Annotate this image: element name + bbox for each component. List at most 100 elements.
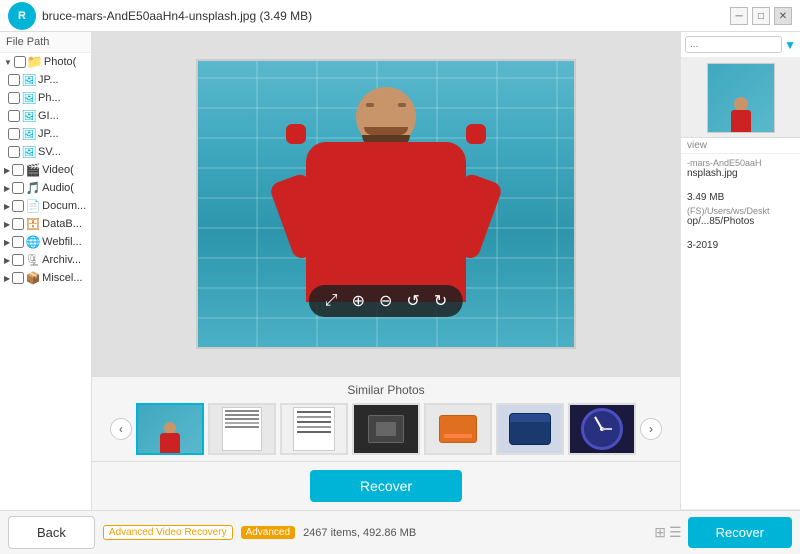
next-similar-button[interactable]: › xyxy=(640,418,662,440)
file-path-label: (FS)/Users/ws/Deskt xyxy=(687,206,794,216)
thumbnails-row xyxy=(136,403,636,455)
audio-checkbox[interactable] xyxy=(12,182,24,194)
right-thumbnail xyxy=(707,63,775,133)
restore-outer-button[interactable]: □ xyxy=(752,7,770,25)
advanced-badge: Advanced xyxy=(241,526,295,539)
sidebar-item-jpg1[interactable]: 🖼 JP... xyxy=(0,71,91,89)
video-checkbox[interactable] xyxy=(12,164,24,176)
title-bar: R bruce-mars-AndE50aaHn4-unsplash.jpg (3… xyxy=(0,0,800,32)
chevron-right-icon: ▶ xyxy=(4,166,10,175)
collapse-button[interactable]: ⤢ xyxy=(325,292,338,310)
file-date-label xyxy=(687,230,794,240)
sidebar-item-documents[interactable]: ▶ 📄 Docum... xyxy=(0,197,91,215)
main-layout: File Path ▼ 📁 Photo( 🖼 JP... 🖼 Ph... 🖼 G… xyxy=(0,32,800,510)
sidebar-item-video[interactable]: ▶ 🎬 Video( xyxy=(0,161,91,179)
right-thumbnail-area xyxy=(681,58,800,138)
sidebar-item-label: Audio( xyxy=(42,182,74,194)
svg-checkbox[interactable] xyxy=(8,146,20,158)
rotate-right-button[interactable]: ↻ xyxy=(434,291,447,311)
preview-area: ⤢ ⊕ ⊖ ↺ ↻ xyxy=(92,32,680,376)
chevron-right-icon: ▶ xyxy=(4,238,10,247)
thumb-bg-2 xyxy=(210,405,274,453)
left-arm xyxy=(268,172,333,261)
web-icon: 🌐 xyxy=(26,235,40,249)
folder-icon: 📁 xyxy=(28,55,42,69)
sidebar-item-audio[interactable]: ▶ 🎵 Audio( xyxy=(0,179,91,197)
grid-view-icon[interactable]: ⊞ xyxy=(654,524,666,541)
thumbnail-7[interactable] xyxy=(568,403,636,455)
sidebar-item-label: Ph... xyxy=(38,92,61,104)
chevron-right-icon: ▶ xyxy=(4,202,10,211)
right-panel: ▼ view -mars-AndE50aaH nsplash.jpg xyxy=(680,32,800,510)
zoom-out-button[interactable]: ⊖ xyxy=(379,291,392,311)
rotate-left-button[interactable]: ↺ xyxy=(406,291,419,311)
chevron-right-icon: ▶ xyxy=(4,184,10,193)
search-input[interactable] xyxy=(685,36,782,53)
sidebar-item-archives[interactable]: ▶ 🗜 Archiv... xyxy=(0,251,91,269)
sidebar-item-label: SV... xyxy=(38,146,61,158)
documents-checkbox[interactable] xyxy=(12,200,24,212)
sidebar-item-miscellaneous[interactable]: ▶ 📦 Miscel... xyxy=(0,269,91,287)
thumbnail-1[interactable] xyxy=(136,403,204,455)
view-icons: ⊞ ☰ xyxy=(654,524,681,541)
sidebar-item-database[interactable]: ▶ 🗄 DataB... xyxy=(0,215,91,233)
sidebar-item-label: DataB... xyxy=(42,218,82,230)
thumbnail-6[interactable] xyxy=(496,403,564,455)
app-logo: R xyxy=(8,2,36,30)
prev-similar-button[interactable]: ‹ xyxy=(110,418,132,440)
sidebar-item-label: GI... xyxy=(38,110,59,122)
archives-checkbox[interactable] xyxy=(12,254,24,266)
right-search-bar: ▼ xyxy=(681,32,800,58)
sidebar-item-label: JP... xyxy=(38,74,59,86)
photos-checkbox[interactable] xyxy=(14,56,26,68)
document-icon: 📄 xyxy=(26,199,40,213)
sidebar-item-jpg2[interactable]: 🖼 JP... xyxy=(0,125,91,143)
jpg2-checkbox[interactable] xyxy=(8,128,20,140)
recover-button[interactable]: Recover xyxy=(688,517,792,548)
minimize-outer-button[interactable]: ─ xyxy=(730,7,748,25)
sidebar-item-svg[interactable]: 🖼 SV... xyxy=(0,143,91,161)
thumb-bg-1 xyxy=(138,405,202,453)
sidebar-item-webfiles[interactable]: ▶ 🌐 Webfil... xyxy=(0,233,91,251)
thumb-bg-7 xyxy=(570,405,634,453)
misc-checkbox[interactable] xyxy=(12,272,24,284)
thumb-bg-4 xyxy=(354,405,418,453)
file-size-value: 3.49 MB xyxy=(687,192,794,203)
filter-icon[interactable]: ▼ xyxy=(784,38,796,52)
sidebar-item-gif[interactable]: 🖼 GI... xyxy=(0,107,91,125)
advanced-video-tag: Advanced Video Recovery xyxy=(103,525,233,540)
right-thumb-body xyxy=(731,110,751,132)
back-button[interactable]: Back xyxy=(8,516,95,549)
misc-icon: 📦 xyxy=(26,271,40,285)
database-checkbox[interactable] xyxy=(12,218,24,230)
window-title: bruce-mars-AndE50aaHn4-unsplash.jpg (3.4… xyxy=(42,9,730,23)
gif-checkbox[interactable] xyxy=(8,110,20,122)
thumbnail-2[interactable] xyxy=(208,403,276,455)
main-preview-image: ⤢ ⊕ ⊖ ↺ ↻ xyxy=(196,59,576,349)
close-outer-button[interactable]: ✕ xyxy=(774,7,792,25)
image-toolbar: ⤢ ⊕ ⊖ ↺ ↻ xyxy=(309,285,463,317)
png-checkbox[interactable] xyxy=(8,92,20,104)
list-view-icon[interactable]: ☰ xyxy=(669,524,682,541)
recover-center-section: Recover xyxy=(92,461,680,510)
sidebar-item-photos[interactable]: ▼ 📁 Photo( xyxy=(0,53,91,71)
zoom-in-button[interactable]: ⊕ xyxy=(352,291,365,311)
thumb-bg-6 xyxy=(498,405,562,453)
person-arms xyxy=(266,172,506,252)
person-body xyxy=(306,142,466,302)
file-date-row: 3-2019 xyxy=(687,230,794,251)
jpg1-checkbox[interactable] xyxy=(8,74,20,86)
thumbnail-5[interactable] xyxy=(424,403,492,455)
image-icon: 🖼 xyxy=(22,145,36,159)
sidebar-item-label: Photo( xyxy=(44,56,76,68)
thumbnail-3[interactable] xyxy=(280,403,348,455)
sidebar-item-png[interactable]: 🖼 Ph... xyxy=(0,89,91,107)
image-icon: 🖼 xyxy=(22,127,36,141)
database-icon: 🗄 xyxy=(26,217,40,231)
sidebar-item-label: JP... xyxy=(38,128,59,140)
webfiles-checkbox[interactable] xyxy=(12,236,24,248)
file-path-row: (FS)/Users/ws/Deskt op/...85/Photos xyxy=(687,206,794,227)
thumbnail-4[interactable] xyxy=(352,403,420,455)
recover-center-button[interactable]: Recover xyxy=(310,470,462,502)
file-size-label xyxy=(687,182,794,192)
